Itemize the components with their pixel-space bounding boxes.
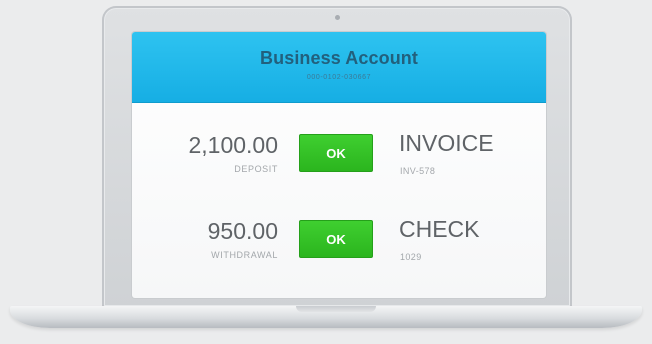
reference-title: INVOICE [399,130,494,156]
account-title: Business Account [260,48,418,68]
transaction-type: WITHDRAWAL [211,250,278,260]
transaction-row: 2,100.00 DEPOSIT OK INVOICE INV-578 [132,130,546,192]
account-header: Business Account 000-0102-030667 [132,32,546,103]
camera-icon [335,15,340,20]
laptop-screen: Business Account 000-0102-030667 2,100.0… [132,32,546,298]
laptop-base [10,306,642,328]
laptop-notch [296,306,376,312]
transaction-amount: 950.00 [207,218,278,244]
reference-title: CHECK [399,216,480,242]
ok-button[interactable]: OK [299,134,373,172]
account-number: 000-0102-030667 [306,74,372,81]
transaction-row: 950.00 WITHDRAWAL OK CHECK 1029 [132,216,546,278]
ok-button[interactable]: OK [299,220,373,258]
transaction-amount: 2,100.00 [188,132,278,158]
transaction-type: DEPOSIT [234,164,278,174]
reference-number: 1029 [400,252,422,262]
reference-number: INV-578 [400,166,436,176]
